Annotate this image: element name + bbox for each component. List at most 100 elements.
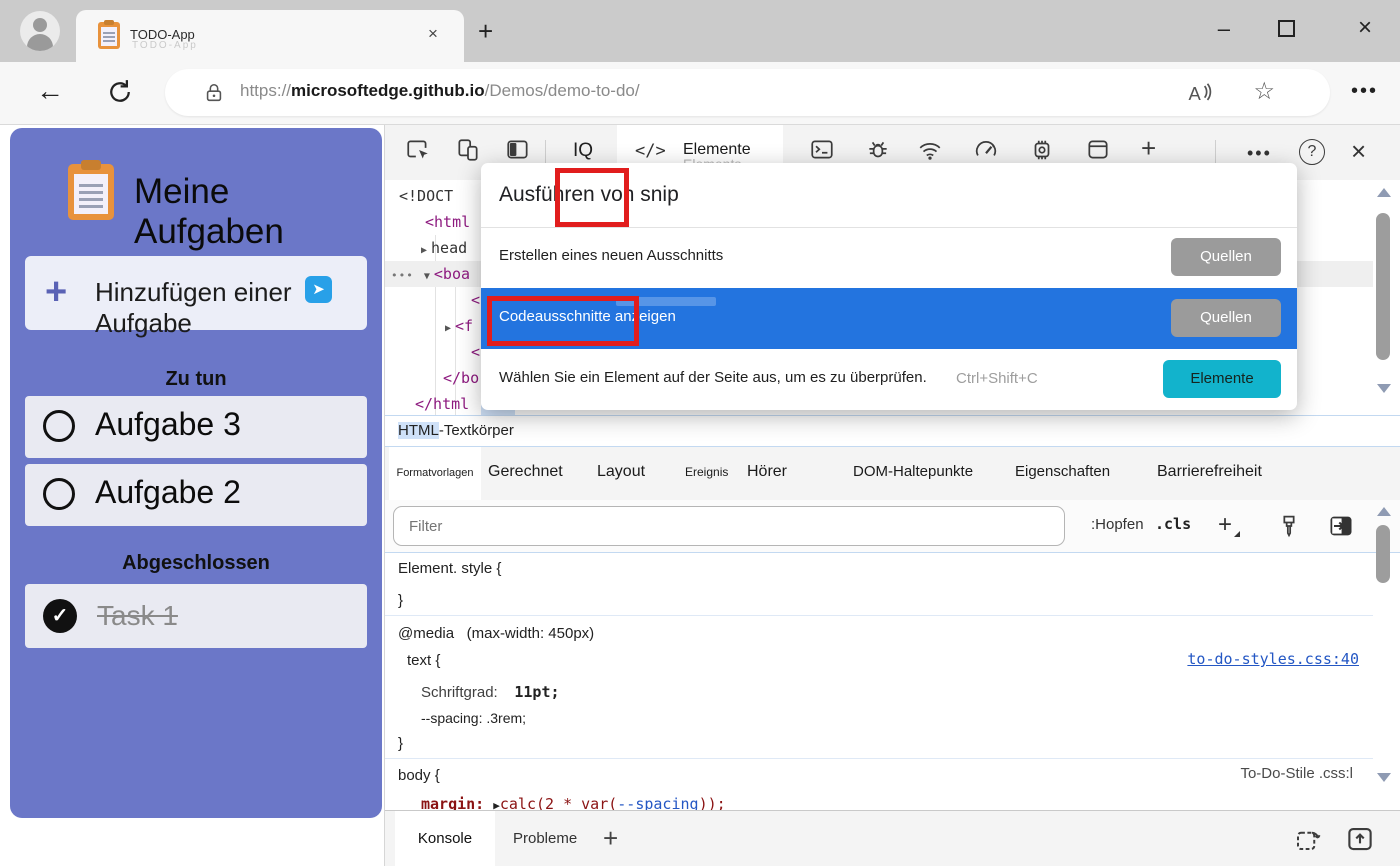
styles-tab-bar: Formatvorlagen Gerechnet Layout Ereignis… [385, 447, 1400, 500]
styles-scrollbar[interactable] [1373, 507, 1395, 797]
breadcrumb: HTML-Textkörper [385, 415, 1400, 447]
tab-close-icon[interactable]: × [422, 24, 444, 44]
styles-filter-bar: :Hopfen .cls + [385, 500, 1400, 553]
doctype-text: <!DOCT [399, 187, 453, 205]
tab-title-ghost: TODO-App [132, 40, 198, 51]
dom-tree-scrollbar[interactable] [1373, 188, 1395, 402]
task-checkbox-checked[interactable]: ✓ [43, 599, 77, 633]
new-style-rule-icon[interactable]: + [1218, 511, 1232, 539]
read-aloud-icon[interactable]: A [1185, 79, 1215, 112]
collapsed-arrow-icon[interactable]: ▶ [421, 245, 427, 256]
spacing-declaration[interactable]: --spacing: .3rem; [421, 710, 526, 726]
devtools-menu-icon[interactable]: ••• [1247, 143, 1272, 164]
browser-navbar: ← https://microsoftedge.github.io/Demos/… [0, 62, 1400, 125]
brush-icon[interactable] [1275, 512, 1303, 545]
expand-drawer-icon[interactable] [1345, 824, 1375, 859]
todo-app-panel: Meine Aufgaben + Hinzufügen einer Aufgab… [10, 128, 382, 818]
add-task-button[interactable]: + Hinzufügen einer Aufgabe ➤ [25, 256, 367, 330]
url-scheme: https:// [240, 81, 291, 100]
row-menu-dots-icon[interactable]: ••• [391, 269, 414, 282]
font-size-declaration[interactable]: Schriftgrad: 11pt; [421, 683, 560, 701]
tab-dom-breakpoints[interactable]: DOM-Haltepunkte [853, 463, 973, 480]
expanded-arrow-icon[interactable]: ▼ [424, 271, 430, 282]
tab-event-listeners-part1[interactable]: Ereignis [685, 465, 728, 479]
task-checkbox[interactable] [43, 410, 75, 442]
window-minimize-button[interactable]: – [1218, 16, 1230, 42]
collapsed-arrow-icon[interactable]: ▶ [445, 323, 451, 334]
scroll-down-arrow[interactable] [1377, 384, 1391, 393]
url-bar[interactable]: https://microsoftedge.github.io/Demos/de… [165, 69, 1330, 116]
task-label: Aufgabe 2 [95, 474, 241, 511]
filter-input[interactable] [393, 506, 1065, 546]
translate-icon[interactable]: ➤ [305, 276, 332, 303]
tab-event-listeners-part2[interactable]: Hörer [747, 463, 787, 481]
clipboard-logo-icon [68, 164, 114, 220]
hov-toggle[interactable]: :Hopfen [1091, 516, 1144, 533]
tab-accessibility[interactable]: Barrierefreiheit [1157, 463, 1262, 481]
media-query[interactable]: @media (max-width: 450px) [398, 625, 594, 642]
profile-avatar[interactable] [20, 11, 60, 51]
css-variable-link[interactable]: --spacing [617, 795, 698, 810]
browser-menu-icon[interactable]: ••• [1351, 80, 1378, 103]
annotation-box-query [555, 168, 629, 227]
tab-styles[interactable]: Formatvorlagen [389, 447, 481, 500]
scroll-thumb[interactable] [1376, 525, 1390, 583]
head-tag: head [431, 239, 467, 257]
task-checkbox[interactable] [43, 478, 75, 510]
expand-arrow-icon[interactable]: ▶ [493, 799, 500, 810]
html-tag: <html [425, 213, 470, 231]
tab-properties[interactable]: Eigenschaften [1015, 463, 1110, 480]
palette-item-label: Erstellen eines neuen Ausschnitts [499, 247, 723, 264]
toggle-element-state-icon[interactable] [1327, 512, 1355, 545]
reload-button[interactable] [105, 77, 135, 112]
sources-badge: Quellen [1171, 299, 1281, 337]
url-path: /Demos/demo-to-do/ [485, 81, 640, 100]
help-icon[interactable]: ? [1299, 139, 1325, 165]
cls-toggle[interactable]: .cls [1155, 515, 1191, 533]
drawer-add-tab-icon[interactable]: + [603, 823, 618, 854]
stylesheet-link[interactable]: to-do-styles.css:40 [1187, 650, 1359, 668]
more-tools-plus-icon[interactable]: + [1141, 133, 1173, 165]
scroll-down-arrow[interactable] [1377, 773, 1391, 782]
tab-problems[interactable]: Probleme [513, 830, 577, 847]
breadcrumb-highlight[interactable]: HTML [398, 422, 439, 439]
element-style-rule[interactable]: Element. style { [398, 560, 501, 577]
section-done-label: Abgeschlossen [10, 552, 382, 575]
closing-brace: } [398, 592, 403, 609]
palette-item-new-snippet[interactable]: Erstellen eines neuen Ausschnitts Quelle… [481, 227, 1297, 288]
tab-console[interactable]: Konsole [395, 811, 495, 866]
browser-tab[interactable]: TODO-App TODO-App × [76, 10, 464, 62]
dock-drawer-icon[interactable] [1293, 824, 1323, 859]
form-tag: <f [455, 317, 473, 335]
stylesheet-link-body[interactable]: To-Do-Stile .css:l [1240, 765, 1353, 782]
scroll-thumb[interactable] [1376, 213, 1390, 360]
property-value: 11pt; [514, 683, 559, 701]
console-drawer: Konsole Probleme + [385, 810, 1400, 866]
inspect-element-icon[interactable] [405, 137, 437, 169]
iq-toolbar-label[interactable]: IQ [573, 140, 593, 162]
task-item[interactable]: Aufgabe 3 [25, 396, 367, 458]
favorite-star-icon[interactable]: ☆ [1253, 77, 1275, 106]
task-item[interactable]: Aufgabe 2 [25, 464, 367, 526]
window-maximize-button[interactable] [1278, 20, 1295, 37]
task-item-done[interactable]: ✓ Task 1 [25, 584, 367, 648]
devtools-close-icon[interactable]: × [1351, 136, 1366, 167]
new-tab-button[interactable]: + [478, 18, 493, 44]
scroll-up-arrow[interactable] [1377, 188, 1391, 197]
code-brackets-icon: </> [635, 141, 666, 161]
property-value: calc(2 * var( [500, 795, 617, 810]
lock-icon [203, 82, 225, 109]
closing-brace: } [398, 735, 403, 752]
tab-computed[interactable]: Gerechnet [488, 463, 563, 481]
breadcrumb-rest[interactable]: -Textkörper [439, 422, 514, 439]
scroll-up-arrow[interactable] [1377, 507, 1391, 516]
text-selector[interactable]: text { [407, 652, 440, 669]
margin-declaration[interactable]: margin: ▶calc(2 * var(--spacing)); [421, 795, 726, 810]
body-selector[interactable]: body { [398, 767, 440, 784]
property-name: Schriftgrad: [421, 684, 498, 701]
task-label-done: Task 1 [97, 600, 178, 632]
palette-item-pick-element[interactable]: Ctrl+Shift+C Wählen Sie ein Element auf … [481, 349, 1297, 410]
tab-layout[interactable]: Layout [597, 463, 645, 481]
window-close-button[interactable]: × [1358, 14, 1372, 42]
back-button[interactable]: ← [36, 75, 64, 107]
